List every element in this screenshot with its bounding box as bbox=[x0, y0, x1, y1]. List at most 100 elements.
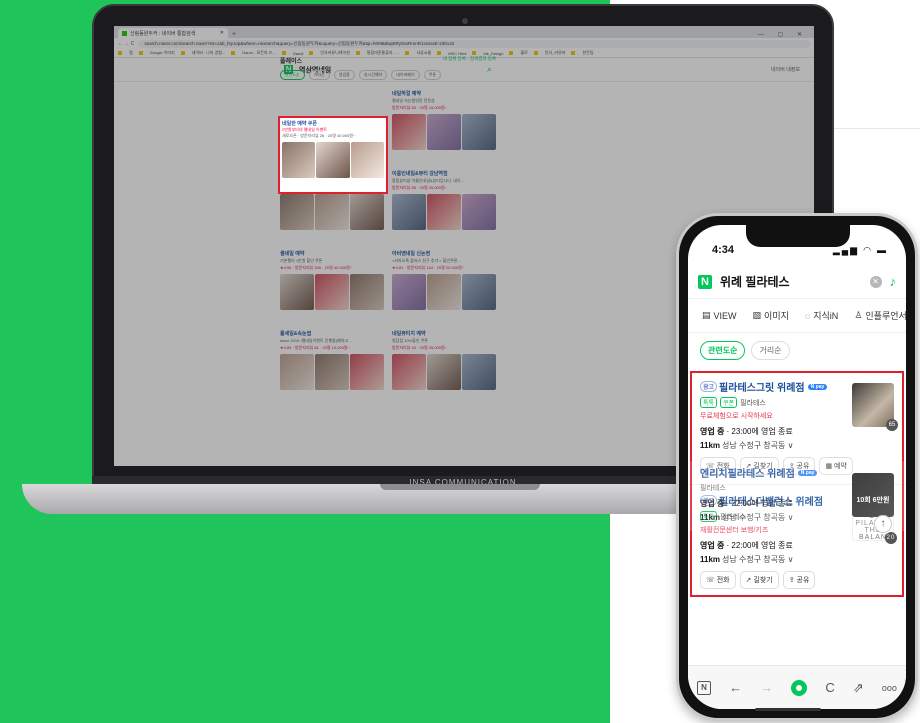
tab-label: 지식iN bbox=[813, 311, 839, 321]
search-tab[interactable]: ▧ 이미지 bbox=[753, 309, 789, 322]
nail-photo[interactable] bbox=[392, 274, 426, 310]
tab-icon: ♙ bbox=[854, 310, 863, 320]
browser-bottom-nav: N ← → C ⇗ ooo bbox=[688, 665, 906, 709]
place-card-title[interactable]: 네일하걸 예약 bbox=[392, 90, 496, 97]
filter-chip[interactable]: 영업중 bbox=[333, 70, 355, 80]
back-icon[interactable]: ← bbox=[729, 680, 742, 695]
nail-photo[interactable] bbox=[280, 194, 314, 230]
nail-photo[interactable] bbox=[350, 274, 384, 310]
nail-photo[interactable] bbox=[427, 354, 461, 390]
nail-photo[interactable] bbox=[280, 354, 314, 390]
place-card-meta: ★4.96 · 방문자리뷰 306 · 20명 40,000원~ bbox=[280, 265, 353, 270]
place-card-meta: ★4.89 · 방문자리뷰 81 · 20명 10,000원~ bbox=[280, 345, 350, 350]
refresh-icon[interactable]: C bbox=[825, 680, 834, 695]
sort-distance-chip[interactable]: 거리순 bbox=[751, 341, 790, 360]
place-card-title[interactable]: 셀네일 예약 bbox=[280, 250, 384, 257]
filter-chip[interactable]: 네이버페이 bbox=[391, 70, 420, 80]
tab-close-icon[interactable]: ✕ bbox=[220, 30, 224, 36]
browser-tab[interactable]: 신림동원두커 : 네이버 통합검색 ✕ bbox=[118, 28, 228, 38]
nail-photo[interactable] bbox=[280, 274, 314, 310]
nail-photo[interactable] bbox=[350, 354, 384, 390]
bookmark-item[interactable]: Daum - 모든의 즈... bbox=[242, 50, 275, 56]
place-card[interactable]: 네일하걸 예약 젤네일 속눈썹연장 전문샵 방문자리뷰 83 · 20명 15,00… bbox=[392, 90, 496, 162]
phone-notch bbox=[746, 225, 850, 247]
window-controls[interactable]: — ▢ ✕ bbox=[758, 31, 814, 38]
divider-line bbox=[830, 128, 920, 129]
browser-nav-icons[interactable]: ← → C bbox=[118, 41, 134, 47]
nail-photo[interactable] bbox=[462, 354, 496, 390]
sort-relevance-chip[interactable]: 관련도순 bbox=[700, 341, 746, 360]
place-card[interactable]: 셀네일 예약 기본젤의 1만원 할인 쿠폰 ★4.96 · 방문자리뷰 306 · … bbox=[280, 250, 384, 322]
place-card-meta: 방문자리뷰 85 · 20명 20,000원~ bbox=[392, 185, 448, 190]
tab-label: VIEW bbox=[713, 310, 737, 321]
place-card[interactable]: 이룸인네일&뷰티 강남역점 종합뷰티샵 이룸인네일&뷰티입니다. 네이... 방문자… bbox=[392, 170, 496, 242]
place-card-thumbs bbox=[392, 354, 496, 390]
nail-photo[interactable] bbox=[315, 194, 349, 230]
fade-overlay bbox=[688, 461, 906, 531]
nail-photo[interactable] bbox=[350, 194, 384, 230]
nail-photo[interactable] bbox=[392, 114, 426, 150]
search-tab[interactable]: ♙ 인플루언서 bbox=[854, 309, 906, 322]
nail-photo[interactable] bbox=[462, 114, 496, 150]
bookmark-item[interactable]: Google 이미지 bbox=[150, 50, 175, 56]
nail-photo[interactable] bbox=[427, 194, 461, 230]
place-card-title[interactable]: 아비앤네일 신논현 bbox=[392, 250, 496, 257]
filter-chip[interactable]: 거리순 bbox=[308, 70, 330, 80]
filter-chip[interactable]: 쿠폰 bbox=[423, 70, 442, 80]
naver-favicon-icon bbox=[122, 30, 127, 36]
nail-photo[interactable] bbox=[315, 274, 349, 310]
bookmark-item[interactable]: 한잔팁 bbox=[582, 50, 593, 56]
naver-home-icon[interactable]: N bbox=[697, 680, 712, 695]
scroll-top-button[interactable]: ↑ bbox=[874, 515, 892, 533]
browser-tab-bar: 신림동원두커 : 네이버 통합검색 ✕ + — ▢ ✕ bbox=[114, 26, 814, 38]
nail-photo[interactable] bbox=[392, 354, 426, 390]
tab-icon: ◌ bbox=[804, 310, 811, 321]
more-icon[interactable]: ooo bbox=[882, 683, 897, 693]
nail-photo[interactable] bbox=[392, 194, 426, 230]
green-dot-home-icon[interactable] bbox=[791, 679, 808, 696]
filter-chip[interactable]: 관련도순 bbox=[280, 70, 305, 80]
microphone-icon[interactable]: ♪ bbox=[890, 274, 897, 289]
place-card-thumbs bbox=[280, 274, 384, 310]
search-tab[interactable]: ◌ 지식iN bbox=[805, 309, 838, 322]
header-user-menu[interactable]: 네이버 내정보 bbox=[771, 66, 814, 73]
bookmark-item[interactable]: MSC Html bbox=[448, 51, 466, 56]
bookmark-item[interactable]: 블로 bbox=[520, 50, 527, 56]
bookmark-item[interactable]: 인사_커뮤마 bbox=[545, 50, 566, 56]
share-icon[interactable]: ⇗ bbox=[853, 680, 864, 696]
search-tab[interactable]: ▤ VIEW bbox=[702, 309, 737, 322]
bookmark-icon bbox=[509, 51, 514, 55]
place-more-link[interactable]: 내 업체 등록 · 검색결과 등록 bbox=[443, 56, 496, 65]
nail-photo[interactable] bbox=[462, 274, 496, 310]
place-filters: 관련도순 거리순 영업중 실시간예약 네이버페이 쿠폰 bbox=[280, 70, 496, 80]
bookmark-item[interactable]: Ink_Design bbox=[483, 51, 503, 56]
place-card[interactable]: 네일뷰티지 예약 청담점 10%할인 쿠폰 방문자리뷰 40 · 20명 25,00… bbox=[392, 330, 496, 402]
nail-photo[interactable] bbox=[315, 354, 349, 390]
bookmark-item[interactable]: 앱 bbox=[129, 50, 133, 56]
place-card-thumbs bbox=[392, 114, 496, 150]
naver-logo-icon[interactable]: N bbox=[698, 274, 712, 289]
browser-address-bar: ← → C search.naver.com/search.naver?sm=t… bbox=[114, 38, 814, 49]
forward-icon[interactable]: → bbox=[760, 680, 773, 695]
bookmark-item[interactable]: Gaudi bbox=[293, 51, 304, 56]
tab-title: 신림동원두커 : 네이버 통합검색 bbox=[130, 30, 196, 37]
phone-screen: 4:34 ▂▄▆ ◠ ▬ N 위례 필라테스 ✕ ♪ ▤ VIEW ▧ 이미지 ◌ 지식i… bbox=[688, 225, 906, 709]
nail-photo[interactable] bbox=[427, 274, 461, 310]
bookmark-item[interactable]: 네이버 : 나의 경험... bbox=[192, 50, 226, 56]
filter-chip[interactable]: 실시간예약 bbox=[358, 70, 388, 80]
bookmark-icon bbox=[533, 51, 538, 55]
new-tab-button[interactable]: + bbox=[232, 31, 236, 38]
mobile-search-input[interactable]: 위례 필라테스 bbox=[720, 273, 862, 290]
nail-photo[interactable] bbox=[462, 194, 496, 230]
place-card-title[interactable]: 네일뷰티지 예약 bbox=[392, 330, 496, 337]
url-input[interactable]: search.naver.com/search.naver?sm=tab_hty… bbox=[138, 39, 810, 48]
nail-photo[interactable] bbox=[427, 114, 461, 150]
place-card-title[interactable]: 이룸인네일&뷰티 강남역점 bbox=[392, 170, 496, 177]
place-card[interactable]: 아비앤네일 신논현 <카카오톡 플러스 친구 추가 > 할인쿠폰... ★4.81 … bbox=[392, 250, 496, 322]
place-card-title[interactable]: 룰세일&속눈썹 bbox=[280, 330, 384, 337]
status-icons: ▂▄▆ ◠ ▬ bbox=[832, 244, 888, 255]
clear-icon[interactable]: ✕ bbox=[869, 275, 882, 288]
place-card[interactable]: 룰세일&속눈썹 since 2019 /젤네일이벤트 진행중(예약고 ... ★4.… bbox=[280, 330, 384, 402]
place-card-line: 종합뷰티샵 이룸인네일&뷰티입니다. 네이... bbox=[392, 178, 464, 183]
bookmark-icon bbox=[355, 51, 360, 55]
